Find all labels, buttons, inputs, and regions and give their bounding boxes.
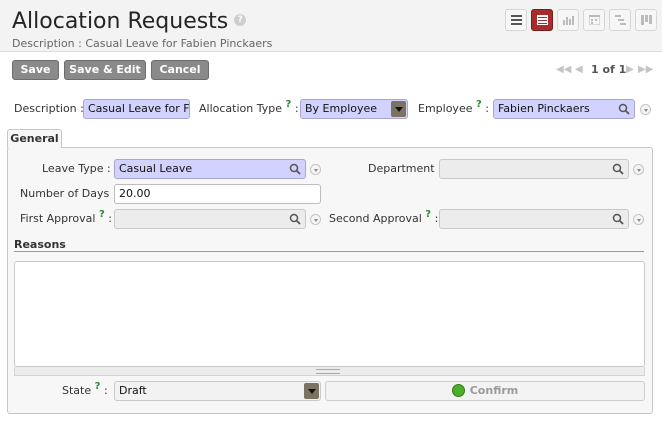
search-icon[interactable] xyxy=(612,213,624,225)
help-icon[interactable]: ? xyxy=(234,14,247,26)
textarea-resize-handle[interactable] xyxy=(14,367,645,376)
description-input[interactable]: Casual Leave for Fabien Pinckaers xyxy=(83,99,190,119)
state-select[interactable]: Draft xyxy=(114,381,321,401)
employee-label: Employee ? : xyxy=(418,99,490,117)
form-view-icon xyxy=(537,15,548,25)
kanban-view-icon xyxy=(641,15,652,25)
dropdown-arrow-icon[interactable] xyxy=(633,164,644,175)
leave-type-input[interactable]: Casual Leave xyxy=(114,159,306,179)
second-approval-label: Second Approval ? : xyxy=(329,209,439,227)
employee-value: Fabien Pinckaers xyxy=(498,102,590,115)
reasons-separator: Reasons xyxy=(14,238,644,252)
help-mark[interactable]: ? xyxy=(425,209,431,220)
first-approval-label: First Approval ? : xyxy=(20,209,112,227)
colon: : xyxy=(108,212,112,225)
colon: : xyxy=(485,102,490,115)
record-subtitle: Description : Casual Leave for Fabien Pi… xyxy=(12,37,273,50)
next-record-icon[interactable]: ▶ xyxy=(626,62,634,78)
pager: ◀◀ ◀ 1 of 1 ▶ ▶▶ xyxy=(556,62,656,78)
search-icon[interactable] xyxy=(289,213,301,225)
allocation-type-label: Allocation Type ? : xyxy=(199,99,299,117)
list-view-icon xyxy=(511,15,522,25)
graph-view-icon xyxy=(563,16,574,25)
help-mark[interactable]: ? xyxy=(286,99,292,110)
graph-view-button[interactable] xyxy=(557,9,579,31)
confirm-button[interactable]: Confirm xyxy=(325,381,645,401)
calendar-view-button[interactable] xyxy=(583,9,605,31)
number-of-days-label: Number of Days : xyxy=(20,187,117,200)
page-title: Allocation Requests? xyxy=(12,9,247,35)
colon: : xyxy=(434,212,439,225)
number-of-days-value: 20.00 xyxy=(119,187,151,200)
page-header: Allocation Requests? Description : Casua… xyxy=(0,0,662,52)
search-icon[interactable] xyxy=(612,163,624,175)
state-label: State ? : xyxy=(62,381,108,399)
chevron-down-icon xyxy=(304,383,319,399)
description-value: Casual Leave for Fabien Pinckaers xyxy=(88,102,189,115)
first-record-icon[interactable]: ◀◀ xyxy=(556,62,571,78)
state-label-text: State xyxy=(62,384,92,397)
colon: : xyxy=(294,102,299,115)
department-input[interactable] xyxy=(439,159,629,179)
confirm-status-icon xyxy=(451,383,465,397)
second-approval-label-text: Second Approval xyxy=(329,212,422,225)
employee-input[interactable]: Fabien Pinckaers xyxy=(493,99,635,119)
search-icon[interactable] xyxy=(289,163,301,175)
cancel-button[interactable]: Cancel xyxy=(151,60,209,80)
calendar-view-icon xyxy=(589,15,600,25)
first-approval-input[interactable] xyxy=(114,209,306,229)
pager-count: 1 of 1 xyxy=(591,63,627,76)
list-view-button[interactable] xyxy=(505,9,527,31)
description-label: Description : xyxy=(14,102,84,115)
allocation-type-select[interactable]: By Employee xyxy=(300,99,408,119)
save-and-edit-button[interactable]: Save & Edit xyxy=(64,60,146,80)
colon: : xyxy=(103,384,108,397)
help-mark[interactable]: ? xyxy=(476,99,482,110)
help-mark[interactable]: ? xyxy=(95,381,101,392)
dropdown-arrow-icon[interactable] xyxy=(640,104,651,115)
gantt-view-icon xyxy=(615,15,626,25)
allocation-type-value: By Employee xyxy=(305,102,378,115)
dropdown-arrow-icon[interactable] xyxy=(633,214,644,225)
page-title-text: Allocation Requests xyxy=(12,9,229,34)
gantt-view-button[interactable] xyxy=(609,9,631,31)
kanban-view-button[interactable] xyxy=(635,9,657,31)
state-value: Draft xyxy=(119,384,147,397)
department-label: Department : xyxy=(368,162,442,175)
last-record-icon[interactable]: ▶▶ xyxy=(638,62,653,78)
employee-label-text: Employee xyxy=(418,102,473,115)
second-approval-input[interactable] xyxy=(439,209,629,229)
search-icon[interactable] xyxy=(618,103,630,115)
confirm-label: Confirm xyxy=(469,384,519,397)
tab-general[interactable]: General xyxy=(7,129,62,148)
leave-type-label: Leave Type : xyxy=(42,162,111,175)
dropdown-arrow-icon[interactable] xyxy=(310,214,321,225)
leave-type-value: Casual Leave xyxy=(119,162,193,175)
form-view-button[interactable] xyxy=(531,9,553,31)
save-button[interactable]: Save xyxy=(12,60,59,80)
first-approval-label-text: First Approval xyxy=(20,212,96,225)
previous-record-icon[interactable]: ◀ xyxy=(575,62,583,78)
chevron-down-icon xyxy=(391,101,406,117)
reasons-textarea[interactable] xyxy=(14,261,645,367)
number-of-days-input[interactable]: 20.00 xyxy=(114,184,321,204)
dropdown-arrow-icon[interactable] xyxy=(310,164,321,175)
allocation-type-label-text: Allocation Type xyxy=(199,102,282,115)
help-mark[interactable]: ? xyxy=(99,209,105,220)
